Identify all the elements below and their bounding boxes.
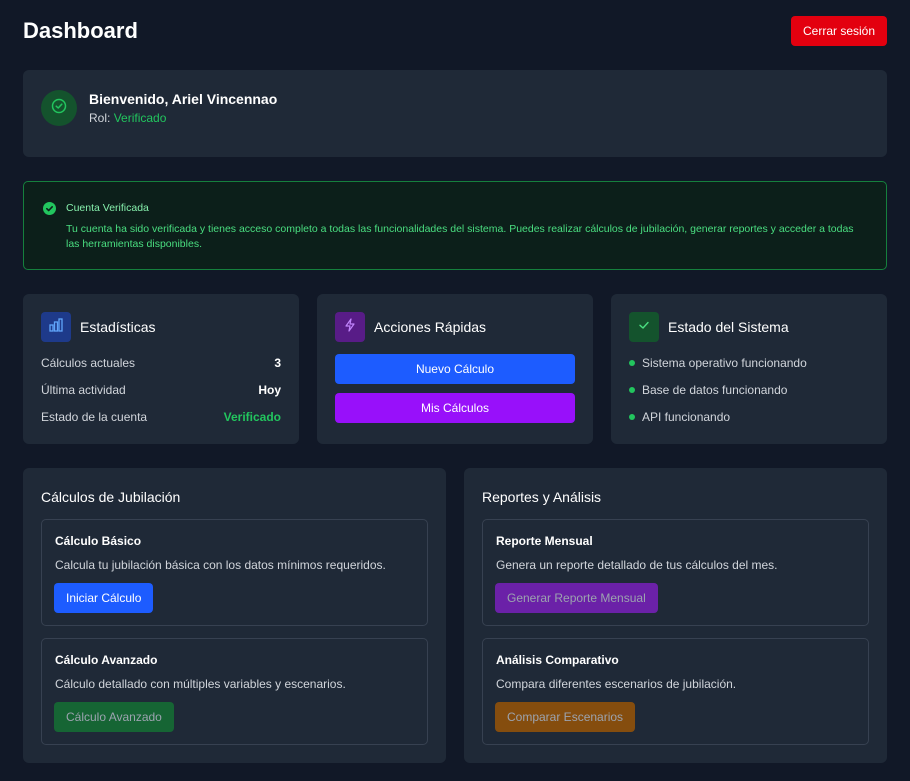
stat-row: Última actividad Hoy — [41, 383, 281, 397]
stat-row: Estado de la cuenta Verificado — [41, 410, 281, 424]
stat-label: Estado de la cuenta — [41, 410, 148, 424]
stats-icon-box — [41, 312, 71, 342]
alert-message: Tu cuenta ha sido verificada y tienes ac… — [66, 223, 854, 250]
basic-calculation-desc: Calcula tu jubilación básica con los dat… — [55, 558, 386, 572]
start-calculation-button[interactable]: Iniciar Cálculo — [54, 583, 154, 613]
role-label: Rol: — [89, 111, 111, 125]
monthly-report-title: Reporte Mensual — [496, 534, 593, 548]
system-status-icon-box — [629, 312, 659, 342]
logout-button[interactable]: Cerrar sesión — [791, 16, 887, 46]
my-calculations-button[interactable]: Mis Cálculos — [335, 393, 575, 423]
status-text: Base de datos funcionando — [642, 383, 788, 397]
verified-alert: Cuenta Verificada Tu cuenta ha sido veri… — [23, 181, 887, 270]
stat-value: 3 — [274, 356, 281, 370]
advanced-calculation-button[interactable]: Cálculo Avanzado — [54, 702, 174, 732]
quick-actions-icon-box — [335, 312, 365, 342]
lightning-icon — [343, 317, 357, 337]
basic-calculation-card: Cálculo Básico Calcula tu jubilación bás… — [41, 519, 428, 626]
system-status-item: Base de datos funcionando — [629, 383, 787, 397]
monthly-report-desc: Genera un reporte detallado de tus cálcu… — [496, 558, 778, 572]
status-text: Sistema operativo funcionando — [642, 356, 807, 370]
generate-monthly-report-button[interactable]: Generar Reporte Mensual — [495, 583, 658, 613]
basic-calculation-title: Cálculo Básico — [55, 534, 142, 548]
stat-label: Cálculos actuales — [41, 356, 136, 370]
bar-chart-icon — [48, 317, 64, 338]
status-dot — [629, 413, 635, 420]
advanced-calculation-title: Cálculo Avanzado — [55, 653, 158, 667]
stat-label: Última actividad — [41, 383, 126, 397]
monthly-report-card: Reporte Mensual Genera un reporte detall… — [482, 519, 869, 626]
system-status-title: Estado del Sistema — [668, 319, 789, 335]
stats-card: Estadísticas Cálculos actuales 3 Última … — [23, 294, 299, 444]
page-title: Dashboard — [23, 18, 138, 43]
reports-card: Reportes y Análisis Reporte Mensual Gene… — [464, 468, 887, 763]
system-status-item: API funcionando — [629, 410, 730, 424]
comparative-analysis-desc: Compara diferentes escenarios de jubilac… — [496, 677, 737, 691]
advanced-calculation-desc: Cálculo detallado con múltiples variable… — [55, 677, 346, 691]
account-status-value: Verificado — [223, 410, 281, 424]
stat-value: Hoy — [258, 383, 281, 397]
retirement-calculations-card: Cálculos de Jubilación Cálculo Básico Ca… — [23, 468, 446, 763]
welcome-greeting: Bienvenido, Ariel Vincennao — [89, 91, 278, 107]
quick-actions-card: Acciones Rápidas Nuevo Cálculo Mis Cálcu… — [317, 294, 593, 444]
quick-actions-title: Acciones Rápidas — [374, 319, 487, 335]
verified-avatar — [41, 90, 77, 126]
check-circle-icon — [51, 98, 67, 119]
advanced-calculation-card: Cálculo Avanzado Cálculo detallado con m… — [41, 638, 428, 745]
role-value: Verificado — [113, 111, 167, 125]
alert-title: Cuenta Verificada — [66, 202, 149, 214]
status-text: API funcionando — [642, 410, 731, 424]
new-calculation-button[interactable]: Nuevo Cálculo — [335, 354, 575, 384]
check-icon — [637, 318, 651, 337]
status-dot — [629, 386, 635, 393]
system-status-card: Estado del Sistema Sistema operativo fun… — [611, 294, 887, 444]
check-circle-icon — [43, 202, 56, 215]
reports-title: Reportes y Análisis — [482, 489, 602, 505]
welcome-card: Bienvenido, Ariel Vincennao Rol: Verific… — [23, 70, 887, 157]
system-status-item: Sistema operativo funcionando — [629, 356, 807, 370]
header: Dashboard Cerrar sesión — [23, 16, 887, 46]
retirement-title: Cálculos de Jubilación — [41, 489, 181, 505]
status-dot — [629, 359, 635, 366]
comparative-analysis-title: Análisis Comparativo — [496, 653, 619, 667]
comparative-analysis-card: Análisis Comparativo Compara diferentes … — [482, 638, 869, 745]
compare-scenarios-button[interactable]: Comparar Escenarios — [495, 702, 636, 732]
role-line: Rol: Verificado — [89, 111, 166, 125]
stat-row: Cálculos actuales 3 — [41, 356, 281, 370]
stats-title: Estadísticas — [80, 319, 156, 335]
